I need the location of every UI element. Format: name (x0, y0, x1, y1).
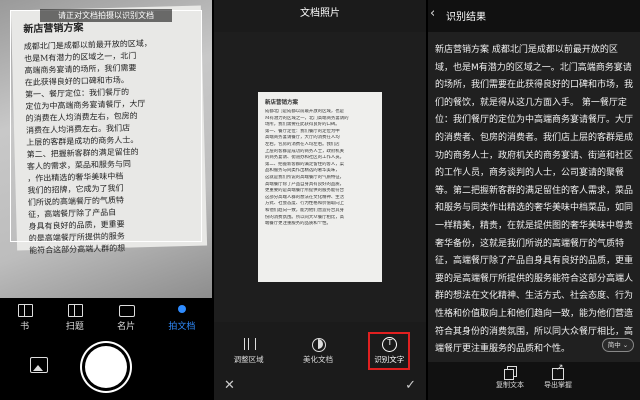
page-title: 文档照片 (300, 8, 340, 19)
document-detect-frame (10, 10, 202, 242)
doc-line: 第二、把握新客群的满足留住的客人，菜 (265, 161, 345, 167)
doc-line: M有潜力的区域之一，北门高端商务宴请的 (265, 115, 349, 121)
doc-line: 第一、餐厅定位：我们餐厅的定位为中 (265, 128, 340, 134)
doc-title: 新店营销方案 (265, 100, 299, 106)
back-icon[interactable]: ‹ (430, 6, 435, 21)
contrast-icon (311, 337, 326, 352)
doc-line: 方式、社会态度、行为性格和价值取向上 (265, 201, 345, 207)
copy-text-button[interactable]: 复制文本 (496, 366, 524, 400)
document-toolbar: 调整区域 美化文档 识别文字 (214, 328, 426, 374)
tab-document[interactable]: 拍文档 (168, 303, 195, 334)
language-select[interactable]: 简中 ⌄ (602, 338, 634, 352)
tool-label: 复制文本 (496, 381, 524, 389)
tab-book[interactable]: 书 (17, 303, 33, 334)
card-icon (118, 303, 136, 317)
doc-line: 左右，包房的消费在人均左右。我们店 (265, 141, 340, 147)
doc-line: 的商务宴请、街道办和社区的工作人员。 (265, 155, 345, 161)
doc-line: 场所，我们需要在此获得良好的口碑。 (265, 122, 340, 128)
adjust-area-button[interactable]: 调整区域 (230, 334, 268, 368)
tab-label: 名片 (117, 322, 136, 332)
crop-icon (242, 337, 256, 351)
document-photo-screen: 文档照片 新店营销方案 成都北门是成都以前最开放的区域，也是 M有潜力的区域之一… (214, 0, 426, 400)
result-toolbar: 复制文本 导出掌握 (428, 363, 640, 400)
tab-label: 拍文档 (168, 322, 196, 332)
close-icon[interactable]: ✕ (224, 378, 235, 393)
detect-hint: 请正对文档拍摄以识别文档 (40, 9, 172, 22)
document-page: 新店营销方案 成都北门是成都以前最开放的区域，也是 M有潜力的区域之一，北门高端… (258, 92, 382, 282)
tab-label: 扫题 (65, 322, 84, 332)
tab-label: 书 (20, 322, 30, 332)
camera-screen: 新店营销方案 成都北门是成都以前最开放的区域， 也是M有潜力的区域之一，北门 高… (0, 0, 212, 400)
doc-line: 品和服务与同类作出精选的奢华美味， (265, 168, 340, 174)
beautify-document-button[interactable]: 美化文档 (299, 334, 337, 368)
export-icon (552, 363, 564, 380)
book-icon (67, 303, 83, 317)
active-dot-icon (174, 303, 190, 317)
tool-label: 调整区域 (233, 355, 264, 364)
tool-label: 导出掌握 (544, 381, 572, 389)
doc-line: 这就是我们所说的高端餐厅的气质特征， (265, 174, 345, 180)
tool-label: 识别文字 (374, 355, 405, 364)
copy-icon (504, 366, 517, 380)
book-icon (17, 303, 33, 317)
doc-line: 高端商务宴请餐厅，大厅的消费在人均 (265, 135, 340, 141)
doc-line: 和他们趋向一致，能为他们营造符合其身 (265, 207, 345, 213)
tab-scan-question[interactable]: 扫题 (66, 303, 84, 334)
mode-tabs: 书 扫题 名片 拍文档 (0, 300, 212, 334)
result-screen: ‹ 识别结果 新店营销方案 成都北门是成都以前最开放的区域，也是M有潜力的区域之… (428, 0, 640, 400)
recognize-text-button[interactable]: 识别文字 (368, 332, 411, 370)
doc-line: 端餐厅更注重服务的品质和个性。 (265, 221, 331, 227)
doc-line: 更重要的是高端餐厅所提供的服务能符合 (265, 188, 345, 194)
doc-line: 这部分高端人群的想法在文化精神、生活 (265, 194, 345, 200)
check-icon[interactable]: ✓ (405, 378, 416, 393)
doc-line: 高端餐厅除了产品自身具有良好的品质， (265, 181, 345, 187)
doc-line: 成都北门是成都以前最开放的区域，也是 (265, 109, 345, 114)
tool-label: 美化文档 (302, 355, 333, 364)
document-preview-area: 新店营销方案 成都北门是成都以前最开放的区域，也是 M有潜力的区域之一，北门高端… (214, 32, 426, 322)
doc-line: 上层的客群是成功的商务人士，政府机关 (265, 148, 345, 154)
text-recognize-icon (382, 337, 398, 352)
shutter-button[interactable] (85, 346, 127, 388)
recognized-text[interactable]: 新店营销方案 成都北门是成都以前最开放的区域，也是M有潜力的区域之一。北门高端商… (435, 42, 633, 359)
page-title: 识别结果 (446, 12, 486, 23)
tab-business-card[interactable]: 名片 (117, 303, 135, 334)
gallery-icon[interactable] (30, 357, 48, 373)
export-button[interactable]: 导出掌握 (544, 363, 572, 400)
result-header: ‹ 识别结果 (428, 0, 640, 30)
doc-line: 份的消费氛围。所以同大众餐厅相比，高 (265, 214, 345, 220)
camera-viewfinder: 新店营销方案 成都北门是成都以前最开放的区域， 也是M有潜力的区域之一，北门 高… (0, 0, 212, 298)
result-text-panel[interactable]: 新店营销方案 成都北门是成都以前最开放的区域，也是M有潜力的区域之一。北门高端商… (428, 32, 640, 362)
